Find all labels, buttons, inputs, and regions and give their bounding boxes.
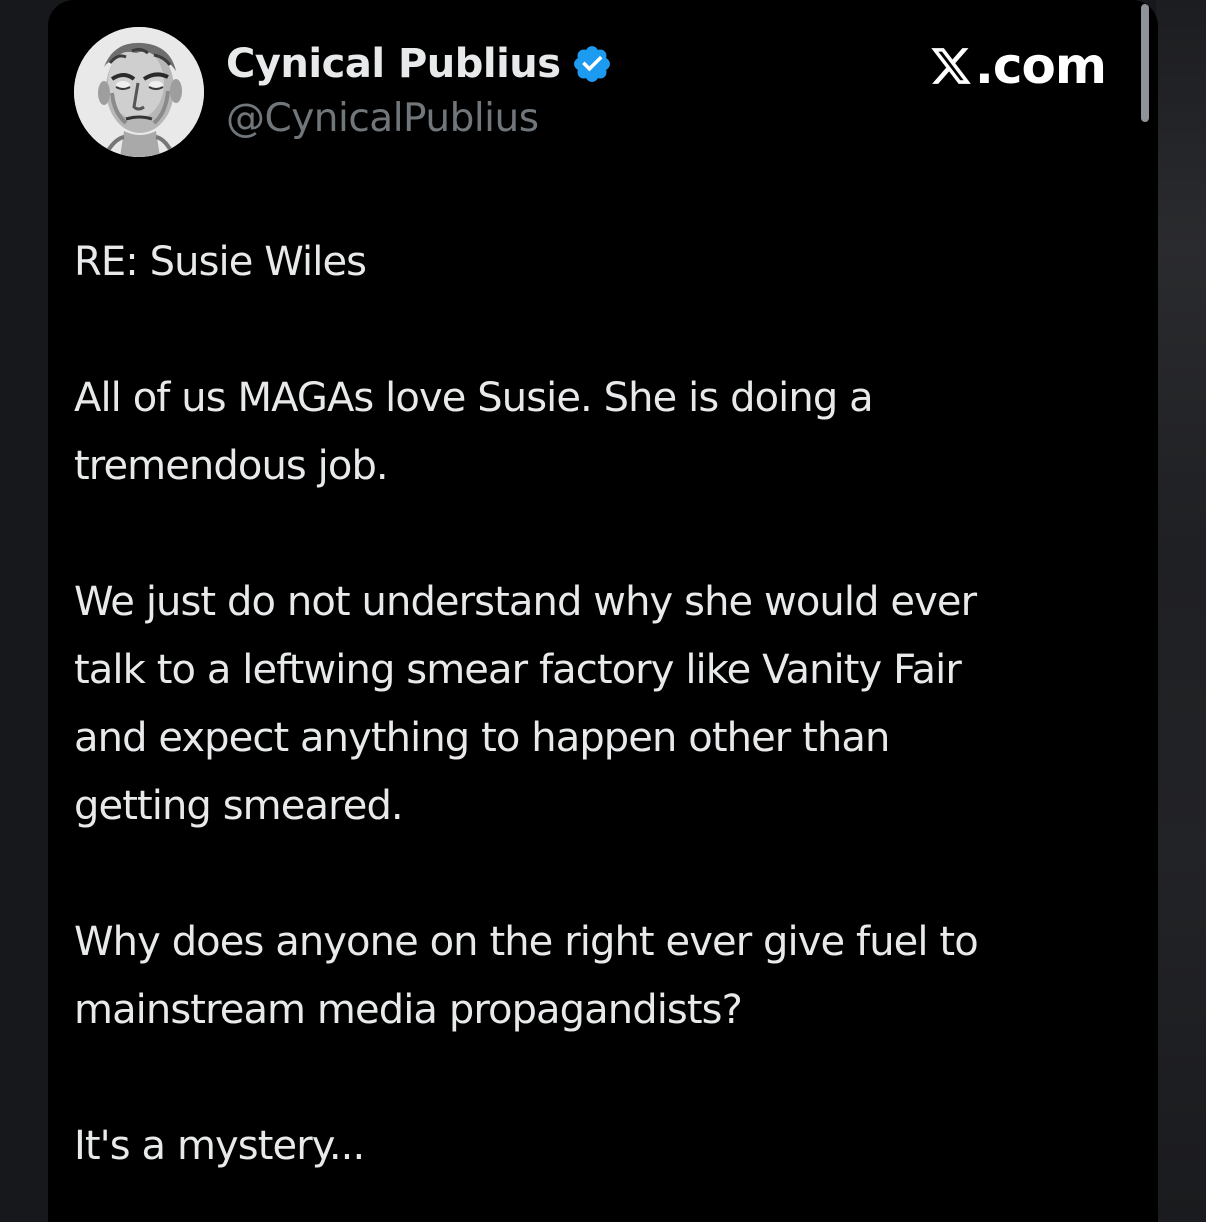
scrollbar-thumb[interactable] (1141, 4, 1149, 122)
author-handle[interactable]: @CynicalPublius (226, 96, 539, 142)
x-com-brand[interactable]: .com (929, 36, 1107, 96)
verified-badge-icon (573, 46, 610, 82)
roman-bust-avatar-icon (74, 27, 204, 157)
tweet-text: RE: Susie Wiles All of us MAGAs love Susi… (74, 228, 1134, 1180)
tweet-line: It's a mystery... (74, 1123, 365, 1169)
tweet-line: and expect anything to happen other than (74, 715, 890, 761)
tweet-line: talk to a leftwing smear factory like Va… (74, 647, 962, 693)
author-display-name[interactable]: Cynical Publius (226, 40, 561, 88)
tweet-line: tremendous job. (74, 443, 389, 489)
tweet-line: RE: Susie Wiles (74, 239, 367, 285)
tweet-card: Cynical Publius @CynicalPublius .com RE:… (48, 0, 1158, 1222)
tweet-line: getting smeared. (74, 783, 404, 829)
brand-domain-suffix: .com (974, 37, 1107, 95)
tweet-line: Why does anyone on the right ever give f… (74, 919, 979, 965)
x-logo-icon (931, 48, 971, 84)
author-avatar[interactable] (74, 27, 204, 157)
author-display-name-row[interactable]: Cynical Publius (226, 40, 613, 88)
tweet-line: All of us MAGAs love Susie. She is doing… (74, 375, 874, 421)
background-blur-edge (1156, 0, 1206, 1222)
tweet-line: We just do not understand why she would … (74, 579, 977, 625)
tweet-line: mainstream media propagandists? (74, 987, 743, 1033)
